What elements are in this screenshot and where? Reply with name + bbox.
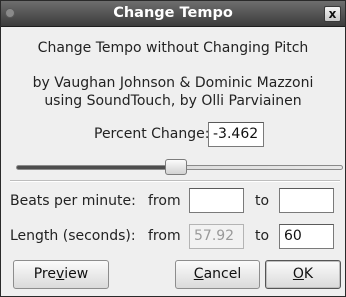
effect-name-text: Change Tempo without Changing Pitch [37, 40, 309, 56]
bpm-from-label: from [148, 193, 181, 209]
close-icon[interactable]: x [324, 6, 341, 22]
ok-label-end: K [303, 266, 314, 282]
cancel-button[interactable]: Cancel [175, 260, 260, 289]
percent-change-label: Percent Change: [94, 126, 210, 142]
bpm-to-label: to [255, 193, 270, 209]
library-credit-text: using SoundTouch, by Olli Parviainen [44, 93, 302, 109]
percent-change-input[interactable]: -3.462 [208, 122, 264, 147]
cancel-label-end: ancel [203, 266, 242, 282]
window-title: Change Tempo [113, 5, 233, 21]
bpm-label: Beats per minute: [10, 193, 136, 209]
change-tempo-dialog: Change Tempo x Change Tempo without Chan… [0, 0, 346, 297]
separator [10, 180, 340, 182]
preview-label-start: Pre [33, 266, 56, 282]
length-to-label: to [255, 228, 270, 244]
ok-button[interactable]: OK [265, 260, 341, 289]
length-to-input[interactable]: 60 [279, 224, 334, 249]
title-bar[interactable]: Change Tempo x [1, 1, 345, 27]
preview-label-end: iew [64, 266, 89, 282]
length-label: Length (seconds): [10, 228, 136, 244]
cancel-mnemonic: C [193, 266, 204, 282]
bpm-from-input[interactable] [189, 188, 244, 213]
length-from-input: 57.92 [189, 224, 244, 249]
ok-mnemonic: O [292, 266, 304, 282]
tempo-slider-thumb[interactable] [165, 159, 188, 175]
authors-text: by Vaughan Johnson & Dominic Mazzoni [32, 75, 314, 91]
length-from-label: from [148, 228, 181, 244]
preview-button[interactable]: Preview [13, 260, 109, 289]
bpm-to-input[interactable] [279, 188, 334, 213]
